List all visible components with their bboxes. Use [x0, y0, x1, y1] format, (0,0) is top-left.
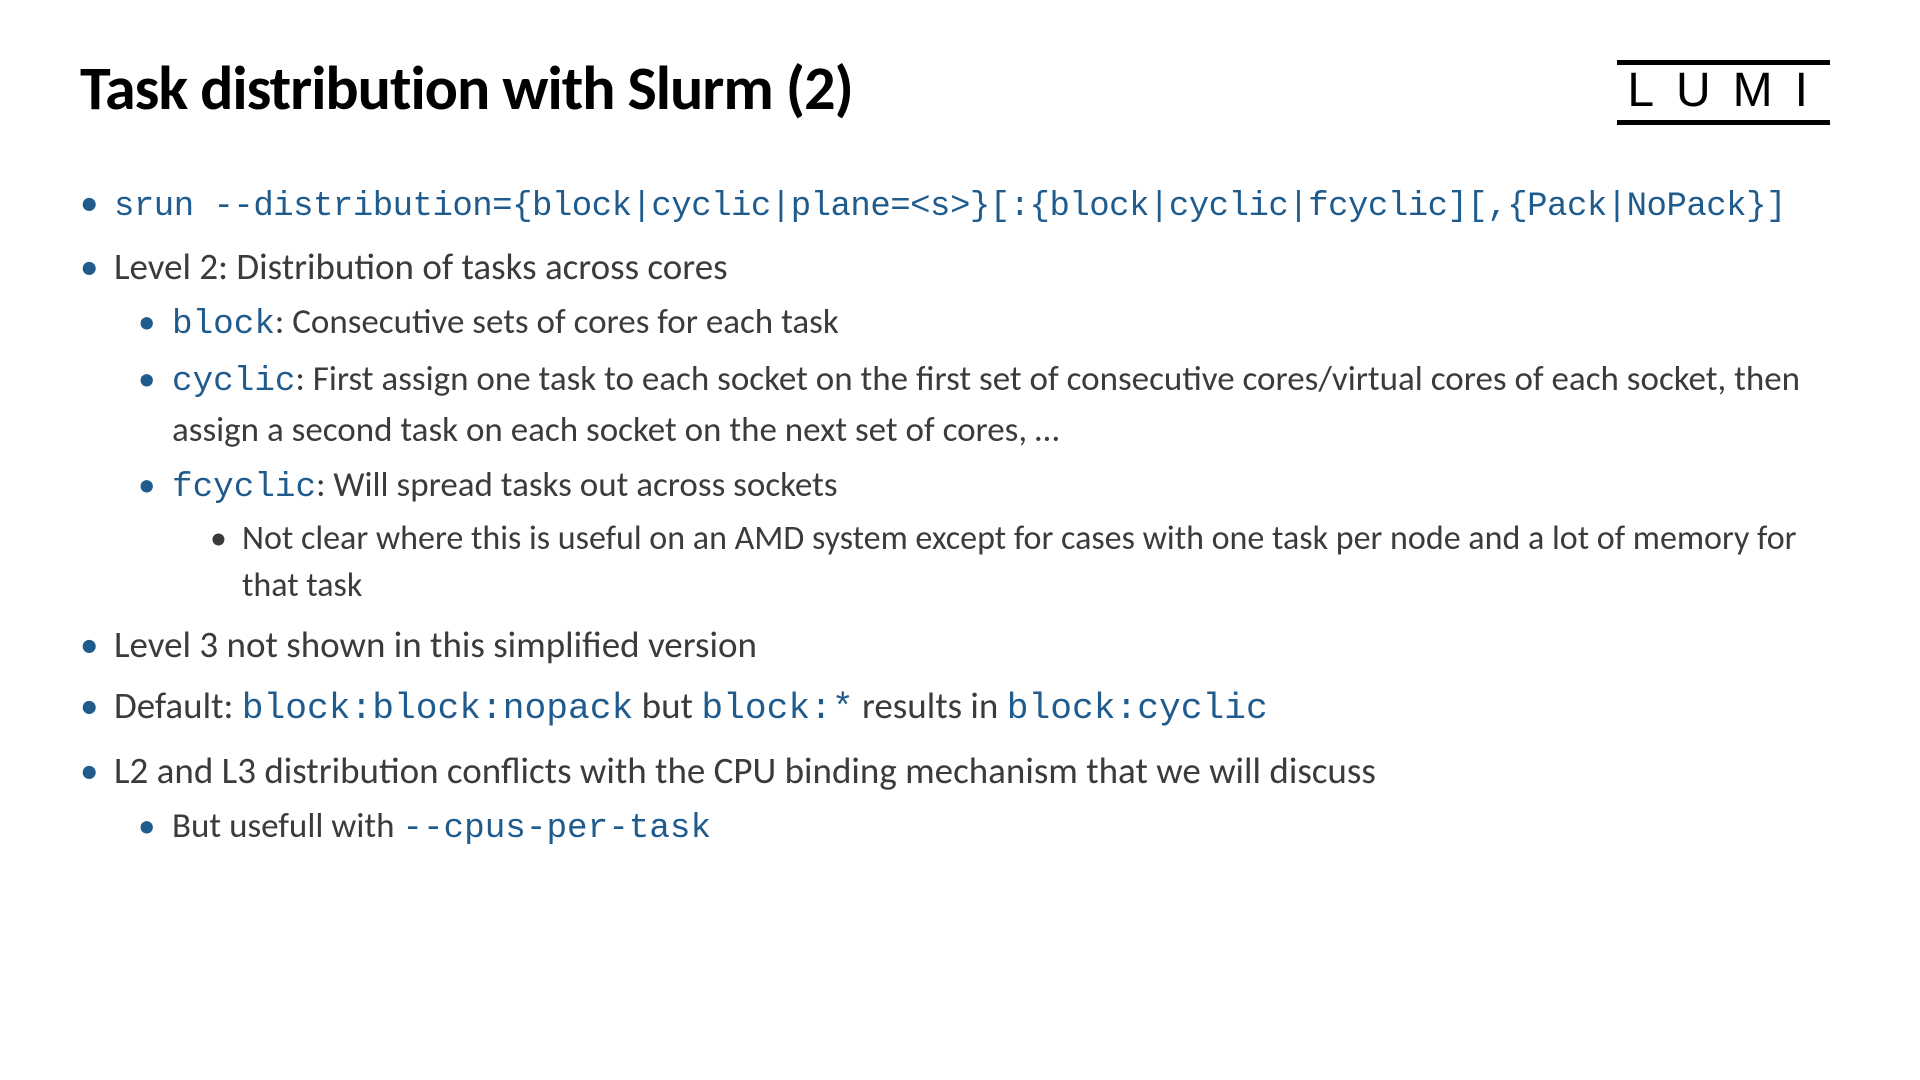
text-usefull-pre: But usefull with: [172, 805, 402, 847]
text-default-mid: but: [633, 683, 701, 728]
text-default-pre: Default:: [114, 683, 242, 728]
bullet-list: srun --distribution={block|cyclic|plane=…: [80, 176, 1840, 853]
text-fcyclic-note: Not clear where this is useful on an AMD…: [242, 518, 1797, 606]
bullet-fcyclic: fcyclic: Will spread tasks out across so…: [138, 461, 1840, 610]
bullet-cyclic: cyclic: First assign one task to each so…: [138, 355, 1840, 455]
slide: LUMI Task distribution with Slurm (2) sr…: [0, 0, 1920, 1080]
code-default2: block:*: [701, 688, 853, 729]
sublist-level2: block: Consecutive sets of cores for eac…: [114, 298, 1840, 610]
code-block: block: [172, 305, 275, 344]
code-default1: block:block:nopack: [242, 688, 634, 729]
code-cpus-per-task: --cpus-per-task: [402, 809, 711, 848]
bullet-level2: Level 2: Distribution of tasks across co…: [80, 240, 1840, 610]
code-srun: srun --distribution={block|cyclic|plane=…: [114, 188, 1786, 226]
text-default-mid2: results in: [854, 683, 1007, 728]
bullet-block: block: Consecutive sets of cores for eac…: [138, 298, 1840, 349]
bullet-l2l3: L2 and L3 distribution conflicts with th…: [80, 744, 1840, 853]
text-level3: Level 3 not shown in this simplified ver…: [114, 622, 757, 667]
bullet-level3: Level 3 not shown in this simplified ver…: [80, 618, 1840, 672]
slide-title: Task distribution with Slurm (2): [80, 50, 1840, 126]
logo: LUMI: [1617, 60, 1830, 125]
code-cyclic: cyclic: [172, 362, 296, 401]
text-cyclic: : First assign one task to each socket o…: [172, 358, 1800, 451]
sublist-fcyclic: Not clear where this is useful on an AMD…: [172, 516, 1840, 610]
sublist-l2l3: But usefull with --cpus-per-task: [114, 802, 1840, 853]
code-fcyclic: fcyclic: [172, 468, 316, 507]
bullet-default: Default: block:block:nopack but block:* …: [80, 679, 1840, 736]
bullet-fcyclic-note: Not clear where this is useful on an AMD…: [210, 516, 1840, 610]
text-l2l3: L2 and L3 distribution conflicts with th…: [114, 748, 1376, 793]
text-block: : Consecutive sets of cores for each tas…: [275, 301, 839, 343]
bullet-srun: srun --distribution={block|cyclic|plane=…: [80, 176, 1840, 232]
code-default3: block:cyclic: [1007, 688, 1268, 729]
text-level2: Level 2: Distribution of tasks across co…: [114, 244, 728, 289]
text-fcyclic: : Will spread tasks out across sockets: [316, 464, 837, 506]
bullet-usefull: But usefull with --cpus-per-task: [138, 802, 1840, 853]
